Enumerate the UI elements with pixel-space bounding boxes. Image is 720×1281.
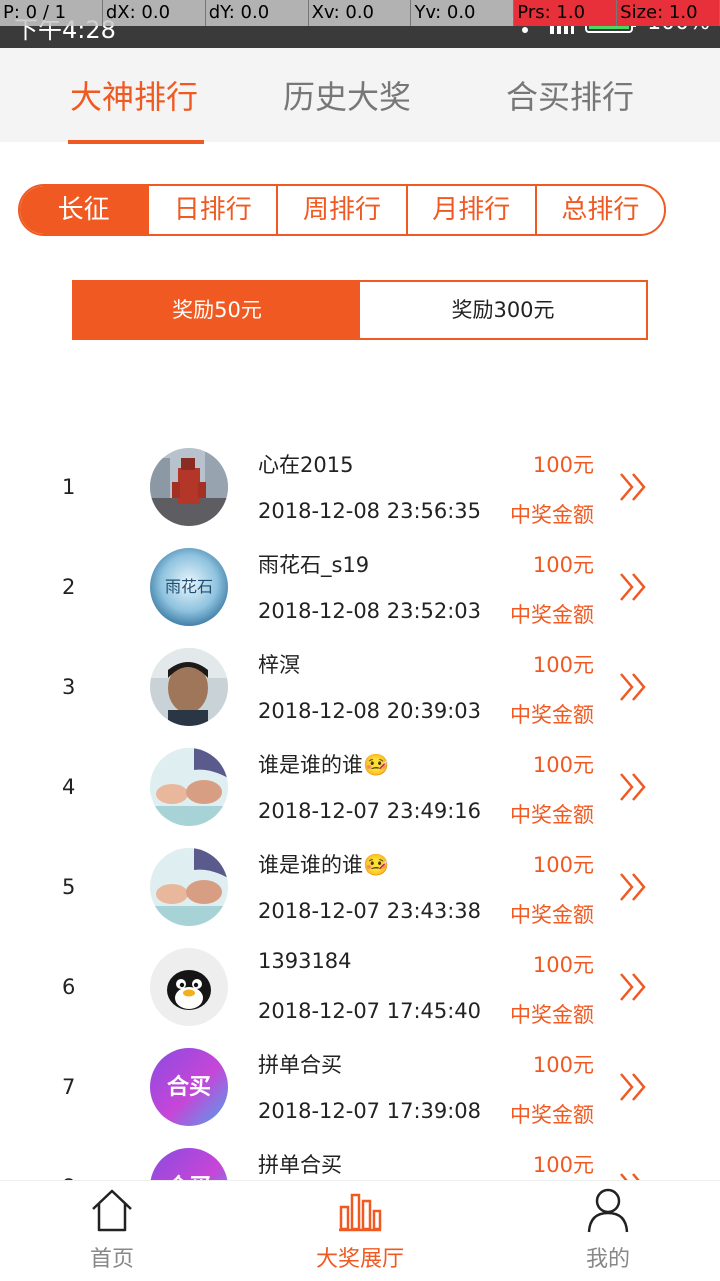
list-item[interactable]: 2 雨花石 雨花石_s19 2018-12-08 23:52:03 100元 中… — [0, 535, 720, 635]
tab-history-prizes[interactable]: 历史大奖 — [283, 72, 411, 118]
pointer-dy: dY: 0.0 — [206, 0, 309, 26]
user-name: 谁是谁的谁🤒 — [258, 753, 390, 777]
ranking-list[interactable]: 1 心在2015 2018-12-08 23:56:35 100元 中奖金额 2… — [0, 435, 720, 1180]
user-name: 1393184 — [258, 949, 352, 973]
win-time: 2018-12-07 23:43:38 — [258, 899, 482, 923]
reward-50-tab[interactable]: 奖励50元 — [74, 282, 360, 338]
avatar — [150, 448, 228, 526]
win-time: 2018-12-08 20:39:03 — [258, 699, 482, 723]
avatar — [150, 648, 228, 726]
reward-300-tab[interactable]: 奖励300元 — [360, 282, 646, 338]
list-item[interactable]: 4 谁是谁的谁🤒 2018-12-07 23:49:16 100元 中奖金额 — [0, 735, 720, 835]
tab-masters-ranking[interactable]: 大神排行 — [70, 72, 198, 118]
prize-amount: 100元 — [532, 1153, 594, 1177]
nav-profile[interactable]: 我的 — [528, 1181, 688, 1281]
period-tab-monthly[interactable]: 月排行 — [405, 186, 535, 234]
avatar: 合买 — [150, 1148, 228, 1180]
rank-number: 7 — [62, 1075, 76, 1099]
prize-amount-label: 中奖金额 — [510, 703, 594, 727]
prize-amount-label: 中奖金额 — [510, 903, 594, 927]
user-name: 拼单合买 — [258, 1053, 342, 1077]
win-time: 2018-12-08 23:56:35 — [258, 499, 482, 523]
home-icon — [92, 1189, 132, 1232]
user-name: 心在2015 — [258, 453, 354, 477]
prize-amount: 100元 — [532, 653, 594, 677]
penguin-avatar — [150, 948, 228, 1026]
period-tab-changzheng[interactable]: 长征 — [20, 186, 148, 234]
list-item[interactable]: 5 谁是谁的谁🤒 2018-12-07 23:43:38 100元 中奖金额 — [0, 835, 720, 935]
double-chevron-right-icon[interactable] — [618, 971, 648, 1003]
rank-number: 5 — [62, 875, 76, 899]
list-item[interactable]: 6 1393184 2018-12-07 17:45:40 100元 中奖金额 — [0, 935, 720, 1035]
prize-amount: 100元 — [532, 453, 594, 477]
period-tab-total[interactable]: 总排行 — [534, 186, 664, 234]
nav-home-label: 首页 — [89, 1247, 134, 1272]
pointer-location-overlay: P: 0 / 1 dX: 0.0 dY: 0.0 Xv: 0.0 Yv: 0.0… — [0, 0, 720, 26]
double-chevron-right-icon[interactable] — [618, 471, 648, 503]
top-tab-bar: 大神排行 历史大奖 合买排行 — [0, 48, 720, 142]
pointer-pressure: Prs: 1.0 — [514, 0, 618, 26]
prize-amount: 100元 — [532, 1053, 594, 1077]
double-chevron-right-icon[interactable] — [618, 1171, 648, 1180]
tab-group-buy-ranking[interactable]: 合买排行 — [506, 72, 634, 118]
pointer-size: Size: 1.0 — [617, 0, 720, 26]
prize-amount-label: 中奖金额 — [510, 503, 594, 527]
nav-home[interactable]: 首页 — [32, 1181, 192, 1281]
period-tab-daily[interactable]: 日排行 — [147, 186, 276, 234]
user-name: 谁是谁的谁🤒 — [258, 853, 390, 877]
rank-number: 6 — [62, 975, 76, 999]
avatar — [150, 748, 228, 826]
prize-amount-label: 中奖金额 — [510, 1003, 594, 1027]
double-chevron-right-icon[interactable] — [618, 871, 648, 903]
prize-amount: 100元 — [532, 853, 594, 877]
avatar: 合买 — [150, 1048, 228, 1126]
person-icon — [587, 1188, 629, 1233]
nav-prize-hall[interactable]: 大奖展厅 — [280, 1181, 440, 1281]
double-chevron-right-icon[interactable] — [618, 1071, 648, 1103]
avatar — [150, 848, 228, 926]
double-chevron-right-icon[interactable] — [618, 671, 648, 703]
pointer-xv: Xv: 0.0 — [309, 0, 412, 26]
list-item[interactable]: 8 合买 拼单合买 100元 — [0, 1135, 720, 1180]
list-item[interactable]: 7 合买 拼单合买 2018-12-07 17:39:08 100元 中奖金额 — [0, 1035, 720, 1135]
win-time: 2018-12-08 23:52:03 — [258, 599, 482, 623]
list-item[interactable]: 1 心在2015 2018-12-08 23:56:35 100元 中奖金额 — [0, 435, 720, 535]
user-name: 拼单合买 — [258, 1153, 342, 1177]
avatar: 雨花石 — [150, 548, 228, 626]
double-chevron-right-icon[interactable] — [618, 571, 648, 603]
pointer-dx: dX: 0.0 — [103, 0, 206, 26]
rank-number: 2 — [62, 575, 76, 599]
prize-amount-label: 中奖金额 — [510, 603, 594, 627]
prize-amount-label: 中奖金额 — [510, 803, 594, 827]
rank-number: 3 — [62, 675, 76, 699]
rank-number: 1 — [62, 475, 76, 499]
pointer-count: P: 0 / 1 — [0, 0, 103, 26]
bar-chart-icon — [339, 1193, 382, 1232]
avatar-text: 合买 — [167, 1074, 211, 1100]
prize-amount-label: 中奖金额 — [510, 1103, 594, 1127]
win-time: 2018-12-07 17:39:08 — [258, 1099, 482, 1123]
prize-amount: 100元 — [532, 553, 594, 577]
reward-toggle: 奖励50元 奖励300元 — [72, 280, 648, 340]
double-chevron-right-icon[interactable] — [618, 771, 648, 803]
user-name: 雨花石_s19 — [258, 553, 370, 577]
list-item[interactable]: 3 梓溟 2018-12-08 20:39:03 100元 中奖金额 — [0, 635, 720, 735]
win-time: 2018-12-07 23:49:16 — [258, 799, 482, 823]
win-time: 2018-12-07 17:45:40 — [258, 999, 482, 1023]
user-name: 梓溟 — [258, 653, 300, 677]
period-tab-weekly[interactable]: 周排行 — [276, 186, 405, 234]
bottom-nav: 首页 大奖展厅 我的 — [0, 1180, 720, 1281]
rank-number: 4 — [62, 775, 76, 799]
period-segmented-control: 长征 日排行 周排行 月排行 总排行 — [18, 184, 666, 236]
prize-amount: 100元 — [532, 753, 594, 777]
pointer-yv: Yv: 0.0 — [411, 0, 515, 26]
avatar-text: 雨花石 — [165, 577, 213, 596]
active-tab-indicator — [68, 140, 204, 144]
prize-amount: 100元 — [532, 953, 594, 977]
nav-profile-label: 我的 — [585, 1247, 630, 1272]
nav-prize-hall-label: 大奖展厅 — [315, 1247, 404, 1272]
